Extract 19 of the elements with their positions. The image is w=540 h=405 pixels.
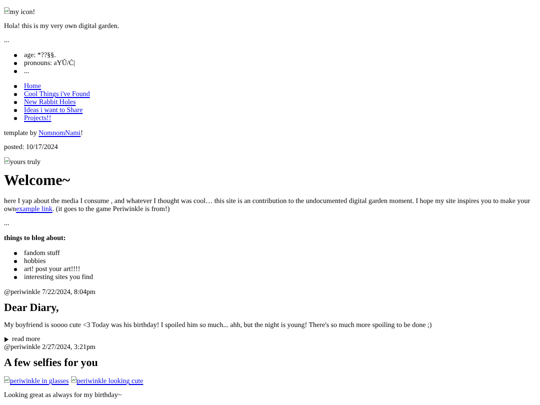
bullet-icon [14, 116, 17, 120]
broken-image-icon [4, 7, 10, 14]
bullet-icon [14, 92, 17, 96]
post-title: A few selfies for you [4, 357, 99, 370]
bullet-icon [14, 276, 17, 278]
bullet-icon [14, 62, 17, 64]
bullet-icon [14, 70, 17, 72]
broken-image-icon [4, 157, 10, 164]
bullet-icon [14, 268, 17, 270]
bullet-icon [14, 54, 17, 56]
post-title: Dear Diary, [4, 302, 60, 315]
post-title: Welcome~ [4, 173, 72, 190]
bullet-icon [14, 100, 17, 104]
broken-image-icon [4, 376, 10, 383]
bullet-icon [14, 84, 17, 88]
bullet-icon [14, 108, 17, 112]
bullet-icon [14, 260, 17, 262]
bullet-icon [14, 252, 17, 254]
broken-image-icon [70, 376, 77, 383]
